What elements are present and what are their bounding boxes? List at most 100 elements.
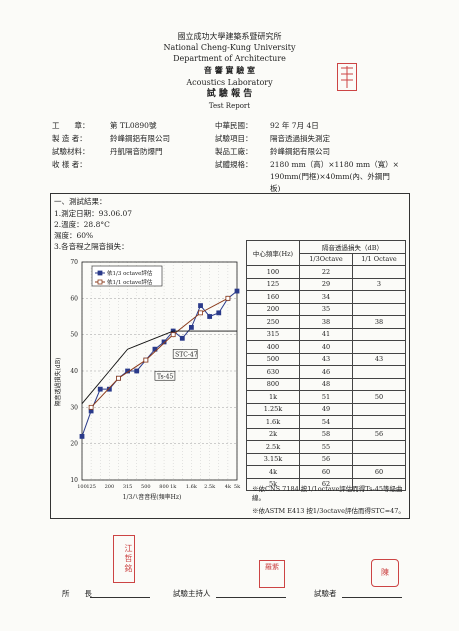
row-frequency: 200 [246,302,300,316]
data-point [88,404,94,410]
manufacturer-label: 製 造 者： [52,134,87,143]
data-point [198,303,203,308]
data-point [134,368,140,374]
row-third-octave: 54 [299,415,353,429]
row-frequency: 1.25k [246,402,300,416]
department-name: Department of Architecture [173,54,286,63]
row-third-octave: 60 [299,465,353,479]
y-tick-label: 60 [70,295,78,302]
report-title-en: Test Report [208,102,251,110]
y-tick-label: 30 [70,404,78,411]
ts-annotation: Ts-45 [157,373,173,380]
x-tick-label: 4k [225,484,232,490]
supervisor-stamp: 羅紫 [259,560,285,588]
row-octave [352,290,406,304]
table-row: 2.5k 55 [246,440,406,454]
note-ts-line2: 線。 [252,494,265,502]
note-ts: ※依CNS 7184 按1/1octave評估而得Ts-45等級曲 線。 [252,485,407,503]
table-row: 630 46 [246,365,406,379]
table-row: 2k 58 56 [246,427,406,441]
row-frequency: 1.6k [246,415,300,429]
row-frequency: 250 [246,315,300,329]
x-tick-label: 500 [141,484,151,490]
row-octave [352,377,406,391]
row-third-octave: 35 [299,302,353,316]
data-point [97,386,103,392]
row-frequency: 315 [246,327,300,341]
results-title: 一、測試結果： [54,197,107,206]
note-ts-line1: ※依CNS 7184 按1/1octave評估而得Ts-45等級曲 [252,485,403,493]
row-octave [352,415,406,429]
row-third-octave: 51 [299,390,353,404]
lab-name-zh: 音 響 實 驗 室 [203,65,256,75]
data-point [179,335,185,341]
chart-axes: 10 20 30 40 50 60 70 100 125 200 315 500 800 1k 1.6k 2.… [70,259,241,490]
row-third-octave: 56 [299,452,353,466]
row-third-octave: 29 [299,277,353,291]
row-third-octave: 58 [299,427,353,441]
row-third-octave: 41 [299,327,353,341]
table-row: 500 43 43 [246,352,406,366]
x-tick-label: 100 [77,484,87,490]
table-row: 200 35 [246,302,406,316]
table-row: 400 40 [246,340,406,354]
row-third-octave: 55 [299,440,353,454]
table-row: 100 22 [246,265,406,279]
row-frequency: 400 [246,340,300,354]
row-octave [352,302,406,316]
data-point [189,325,194,330]
col-third-octave-header: 1/3Octave [299,252,353,266]
row-frequency: 125 [246,277,300,291]
report-title-zh: 試 驗 報 告 [206,89,253,99]
row-frequency: 630 [246,365,300,379]
chart-series: STC-47 Ts-45 [79,288,240,439]
data-point [216,310,222,316]
note-stc: ※依ASTM E413 按1/3octave評估而得STC=47。 [252,507,405,515]
table-row: 3.15k 56 [246,452,406,466]
x-tick-label: 1k [170,484,177,490]
row-octave [352,265,406,279]
tester-stamp: 陳 [371,559,399,587]
y-tick-label: 70 [70,259,78,266]
row-frequency: 160 [246,290,300,304]
row-third-octave: 22 [299,265,353,279]
y-tick-label: 10 [70,477,78,484]
x-tick-label: 2.5k [204,484,216,490]
row-octave: 50 [352,390,406,404]
x-tick-label: 1.6k [186,484,198,490]
material-label: 試驗材料： [52,147,90,156]
data-point [234,288,240,294]
row-octave [352,327,406,341]
table-row: 125 29 3 [246,277,406,291]
x-axis-label: 1/3八音音程(頻率Hz) [123,493,182,501]
x-tick-label: 200 [105,484,115,490]
col-frequency-header: 中心頻率(Hz) [246,240,300,266]
row-octave: 38 [352,315,406,329]
report-no-label: 工 章： [52,121,90,130]
group-header: 隔音透過損失（dB） [299,240,406,254]
row-third-octave: 46 [299,365,353,379]
tester-label: 試驗者 [314,589,337,598]
table-row: 4k 60 60 [246,465,406,479]
test-item-label: 試驗項目： [215,134,253,143]
row-frequency: 2k [246,427,300,441]
y-tick-label: 20 [70,441,78,448]
row-octave: 60 [352,465,406,479]
receiver-label: 收 樣 者： [52,160,87,169]
manufacturer-value: 鈴峰鋼鋁有限公司 [110,134,170,143]
table-row: 1k 51 50 [246,390,406,404]
loss-heading: 3.各音程之隔音損失： [54,242,129,251]
row-octave [352,440,406,454]
data-point [143,357,149,363]
date-value: 92 年 7月 4日 [270,121,319,130]
legend-marker [97,279,103,285]
director-label: 所 長 [62,589,92,598]
row-third-octave: 43 [299,352,353,366]
material-value: 丹凱隔音防爆門 [110,147,163,156]
spec-value-2: 190mm(門框)×40mm(內、外鋼門 [270,172,390,181]
institute-name-en: National Cheng-Kung University [163,43,296,52]
data-point [116,375,121,381]
tester-signature-line [342,597,402,598]
seal-stamp [337,63,357,91]
row-frequency: 4k [246,465,300,479]
